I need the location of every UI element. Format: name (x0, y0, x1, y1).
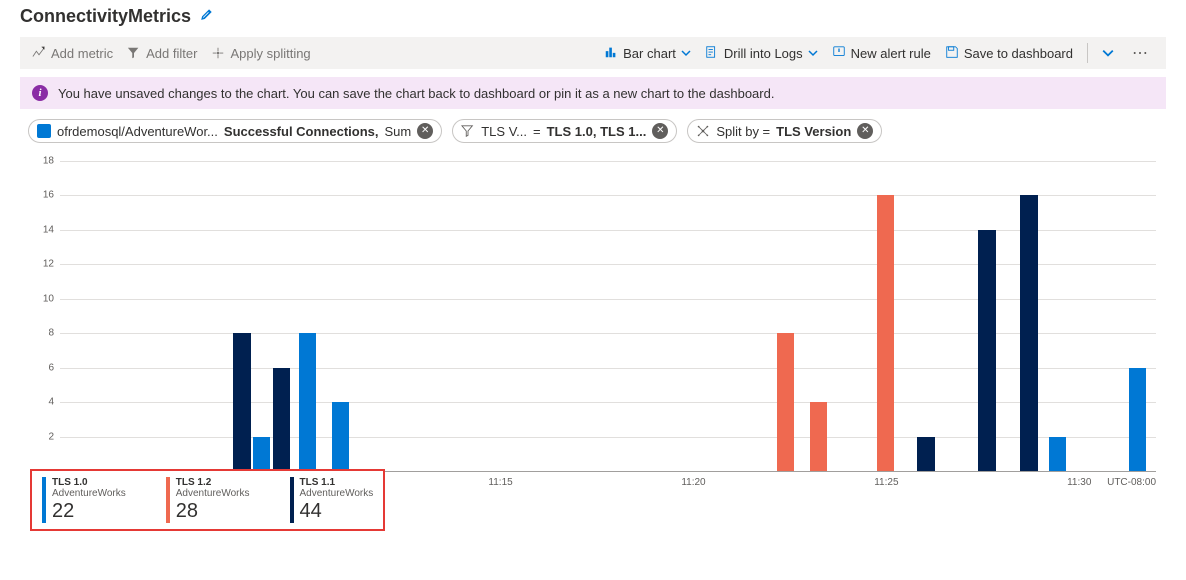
apply-splitting-button[interactable]: Apply splitting (211, 46, 310, 61)
bar-tls10[interactable] (253, 437, 271, 471)
legend-title: TLS 1.1 (300, 477, 374, 488)
grid-line (60, 195, 1156, 196)
split-pill[interactable]: Split by = TLS Version ✕ (687, 119, 882, 143)
edit-icon[interactable] (199, 8, 213, 25)
logs-icon (705, 45, 719, 62)
chevron-down-icon (808, 48, 818, 58)
legend-item[interactable]: TLS 1.2AdventureWorks28 (166, 477, 250, 523)
drill-logs-label: Drill into Logs (724, 46, 803, 61)
unsaved-banner: i You have unsaved changes to the chart.… (20, 77, 1166, 109)
bar-chart-icon (604, 45, 618, 62)
legend-item[interactable]: TLS 1.0AdventureWorks22 (42, 477, 126, 523)
info-icon: i (32, 85, 48, 101)
legend-title: TLS 1.2 (176, 477, 250, 488)
new-alert-label: New alert rule (851, 46, 931, 61)
y-tick-label: 14 (43, 224, 54, 235)
close-icon[interactable]: ✕ (652, 123, 668, 139)
bar-tls11[interactable] (978, 230, 996, 471)
bar-tls12[interactable] (777, 333, 795, 471)
bar-tls11[interactable] (917, 437, 935, 471)
filter-icon (127, 46, 141, 60)
metric-pill[interactable]: ofrdemosql/AdventureWor... Successful Co… (28, 119, 442, 143)
y-tick-label: 8 (48, 328, 54, 339)
filter-icon (461, 124, 475, 138)
timezone-label: UTC-08:00 (1107, 477, 1156, 488)
toolbar: Add metric Add filter Apply splitting Ba… (20, 37, 1166, 69)
x-tick-label: 11:15 (488, 477, 512, 488)
split-icon (211, 46, 225, 60)
add-metric-icon (32, 46, 46, 60)
metric-agg: Sum (385, 124, 412, 139)
legend-box: TLS 1.0AdventureWorks22TLS 1.2AdventureW… (30, 469, 385, 531)
chart-type-selector[interactable]: Bar chart (604, 45, 691, 62)
close-icon[interactable]: ✕ (417, 123, 433, 139)
y-tick-label: 16 (43, 190, 54, 201)
filter-eq: = (533, 124, 541, 139)
legend-value: 22 (52, 499, 126, 523)
filter-key: TLS V... (481, 124, 527, 139)
bar-tls11[interactable] (233, 333, 251, 471)
bar-tls12[interactable] (877, 195, 895, 471)
x-tick-label: 11:25 (874, 477, 898, 488)
chevron-down-icon (681, 48, 691, 58)
chart-area: UTC-08:00 2468101214161811:0511:1011:151… (30, 161, 1156, 501)
legend-sub: AdventureWorks (52, 488, 126, 499)
new-alert-button[interactable]: New alert rule (832, 45, 931, 62)
chart-type-label: Bar chart (623, 46, 676, 61)
alert-icon (832, 45, 846, 62)
bar-tls10[interactable] (1129, 368, 1147, 471)
y-tick-label: 10 (43, 293, 54, 304)
add-metric-label: Add metric (51, 46, 113, 61)
metric-resource: ofrdemosql/AdventureWor... (57, 124, 218, 139)
bar-tls10[interactable] (1049, 437, 1067, 471)
x-tick-label: 11:30 (1067, 477, 1091, 488)
y-tick-label: 2 (48, 431, 54, 442)
save-dashboard-label: Save to dashboard (964, 46, 1073, 61)
drill-logs-button[interactable]: Drill into Logs (705, 45, 818, 62)
legend-value: 28 (176, 499, 250, 523)
apply-splitting-label: Apply splitting (230, 46, 310, 61)
add-metric-button[interactable]: Add metric (32, 46, 113, 61)
save-dashboard-button[interactable]: Save to dashboard (945, 45, 1073, 62)
legend-sub: AdventureWorks (176, 488, 250, 499)
add-filter-button[interactable]: Add filter (127, 46, 197, 61)
legend-title: TLS 1.0 (52, 477, 126, 488)
separator (1087, 43, 1088, 63)
grid-line (60, 161, 1156, 162)
filter-pill[interactable]: TLS V... = TLS 1.0, TLS 1... ✕ (452, 119, 677, 143)
sql-icon (37, 124, 51, 138)
add-filter-label: Add filter (146, 46, 197, 61)
close-icon[interactable]: ✕ (857, 123, 873, 139)
legend-item[interactable]: TLS 1.1AdventureWorks44 (290, 477, 374, 523)
more-button[interactable]: ⋯ (1128, 43, 1154, 63)
legend-value: 44 (300, 499, 374, 523)
page-title: ConnectivityMetrics (20, 6, 191, 27)
metric-name: Successful Connections, (224, 124, 379, 139)
split-val: TLS Version (776, 124, 851, 139)
split-label: Split by = (716, 124, 770, 139)
x-tick-label: 11:20 (681, 477, 705, 488)
chevron-down-icon[interactable] (1102, 47, 1114, 59)
banner-text: You have unsaved changes to the chart. Y… (58, 86, 774, 101)
save-icon (945, 45, 959, 62)
bar-tls10[interactable] (299, 333, 317, 471)
y-tick-label: 4 (48, 397, 54, 408)
split-icon (696, 124, 710, 138)
legend-sub: AdventureWorks (300, 488, 374, 499)
y-tick-label: 6 (48, 362, 54, 373)
y-tick-label: 18 (43, 156, 54, 167)
y-tick-label: 12 (43, 259, 54, 270)
bar-tls10[interactable] (332, 402, 350, 471)
bar-tls11[interactable] (273, 368, 291, 471)
filter-val: TLS 1.0, TLS 1... (547, 124, 647, 139)
bar-tls12[interactable] (810, 402, 828, 471)
bar-tls11[interactable] (1020, 195, 1038, 471)
